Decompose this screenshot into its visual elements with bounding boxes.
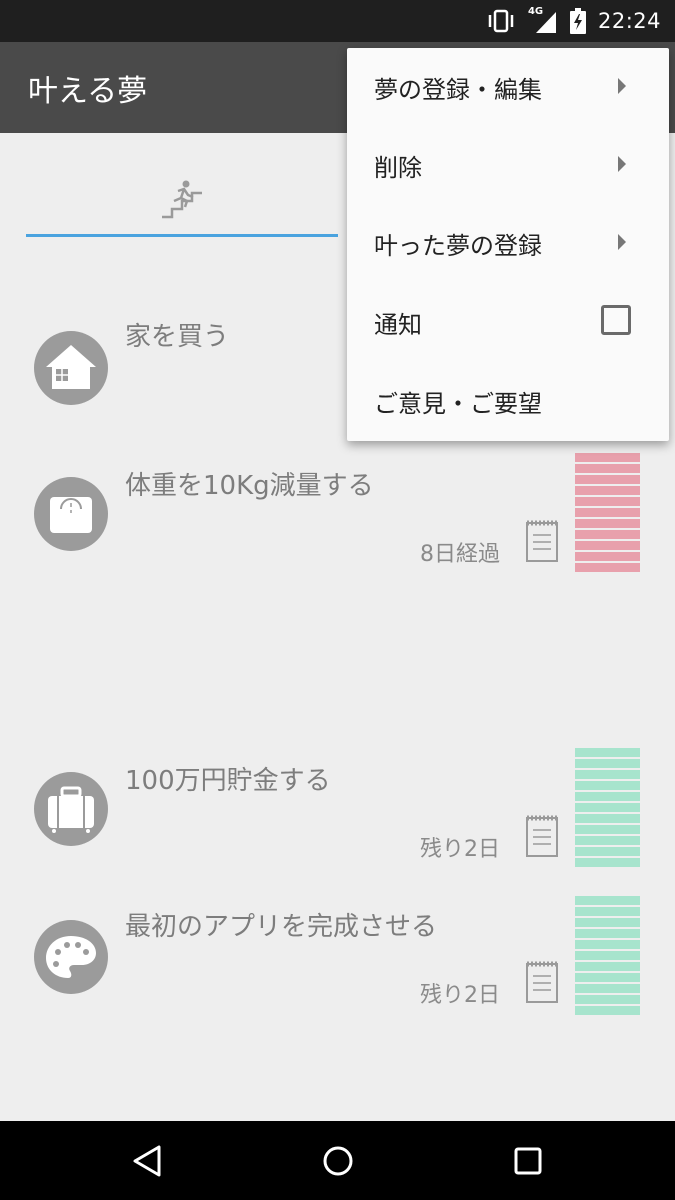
progress-block xyxy=(575,847,640,856)
progress-block xyxy=(575,951,640,960)
dream-item[interactable]: 100万円貯金する 残り2日 xyxy=(0,748,675,875)
dream-avatar xyxy=(34,920,108,994)
menu-item-register-edit[interactable]: 夢の登録・編集 xyxy=(347,48,669,126)
recents-icon[interactable] xyxy=(506,1139,550,1183)
progress-block xyxy=(575,814,640,823)
dream-item[interactable]: 体重を10Kg減量する 8日経過 xyxy=(0,453,675,580)
memo-icon[interactable] xyxy=(525,519,559,563)
notification-checkbox[interactable] xyxy=(601,305,631,335)
menu-item-feedback[interactable]: ご意見・ご要望 xyxy=(347,362,669,440)
progress-block xyxy=(575,530,640,539)
progress-stack xyxy=(575,453,640,572)
dream-title: 最初のアプリを完成させる xyxy=(125,912,438,942)
dream-title: 家を買う xyxy=(125,322,230,352)
dream-title: 体重を10Kg減量する xyxy=(125,471,374,501)
progress-block xyxy=(575,836,640,845)
progress-stack xyxy=(575,748,640,867)
status-icons: 4G 22:24 xyxy=(486,6,661,36)
tab-in-progress[interactable] xyxy=(160,179,204,223)
progress-block xyxy=(575,973,640,982)
clock: 22:24 xyxy=(597,9,661,33)
palette-icon xyxy=(46,936,96,978)
dream-title: 100万円貯金する xyxy=(125,766,331,796)
progress-block xyxy=(575,781,640,790)
signal-icon: 4G xyxy=(528,6,558,34)
vibrate-icon xyxy=(488,9,514,33)
progress-block xyxy=(575,748,640,757)
progress-block xyxy=(575,475,640,484)
progress-block xyxy=(575,918,640,927)
progress-stack xyxy=(575,896,640,1015)
dream-item[interactable]: 最初のアプリを完成させる 残り2日 xyxy=(0,896,675,1021)
progress-block xyxy=(575,759,640,768)
progress-block xyxy=(575,929,640,938)
memo-icon[interactable] xyxy=(525,960,559,1004)
scale-icon xyxy=(50,497,92,533)
progress-block xyxy=(575,497,640,506)
menu-item-label: 通知 xyxy=(374,311,422,339)
menu-item-label: 削除 xyxy=(374,154,422,182)
dream-remaining: 残り2日 xyxy=(420,983,500,1008)
app-title: 叶える夢 xyxy=(28,74,148,109)
overflow-menu: 夢の登録・編集 削除 叶った夢の登録 通知 ご意見・ご要望 xyxy=(347,48,669,441)
progress-block xyxy=(575,825,640,834)
suitcase-icon xyxy=(48,786,94,833)
submenu-arrow-icon xyxy=(618,156,626,172)
dream-avatar xyxy=(34,477,108,551)
progress-block xyxy=(575,858,640,867)
menu-item-register-achieved[interactable]: 叶った夢の登録 xyxy=(347,204,669,282)
back-icon[interactable] xyxy=(126,1139,170,1183)
progress-block xyxy=(575,453,640,462)
submenu-arrow-icon xyxy=(618,78,626,94)
progress-block xyxy=(575,896,640,905)
progress-block xyxy=(575,770,640,779)
house-icon xyxy=(46,345,96,389)
dream-remaining: 残り2日 xyxy=(420,837,500,862)
battery-charging-icon xyxy=(569,8,586,34)
progress-block xyxy=(575,803,640,812)
progress-block xyxy=(575,552,640,561)
running-stairs-icon xyxy=(162,180,202,219)
menu-item-delete[interactable]: 削除 xyxy=(347,126,669,204)
submenu-arrow-icon xyxy=(618,234,626,250)
progress-block xyxy=(575,1006,640,1015)
menu-item-label: ご意見・ご要望 xyxy=(374,390,542,418)
navigation-bar xyxy=(0,1121,675,1200)
menu-item-label: 夢の登録・編集 xyxy=(374,76,542,104)
progress-block xyxy=(575,995,640,1004)
progress-block xyxy=(575,464,640,473)
progress-block xyxy=(575,984,640,993)
progress-block xyxy=(575,486,640,495)
progress-block xyxy=(575,541,640,550)
progress-block xyxy=(575,792,640,801)
progress-block xyxy=(575,962,640,971)
menu-item-label: 叶った夢の登録 xyxy=(374,232,542,260)
progress-block xyxy=(575,940,640,949)
dream-avatar xyxy=(34,331,108,405)
status-bar: 4G 22:24 xyxy=(0,0,675,42)
progress-block xyxy=(575,907,640,916)
dream-avatar xyxy=(34,772,108,846)
progress-block xyxy=(575,563,640,572)
memo-icon[interactable] xyxy=(525,814,559,858)
tab-indicator xyxy=(26,234,338,237)
home-icon[interactable] xyxy=(316,1139,360,1183)
progress-block xyxy=(575,519,640,528)
progress-block xyxy=(575,508,640,517)
dream-elapsed: 8日経過 xyxy=(420,542,500,567)
menu-item-notification[interactable]: 通知 xyxy=(347,283,669,361)
